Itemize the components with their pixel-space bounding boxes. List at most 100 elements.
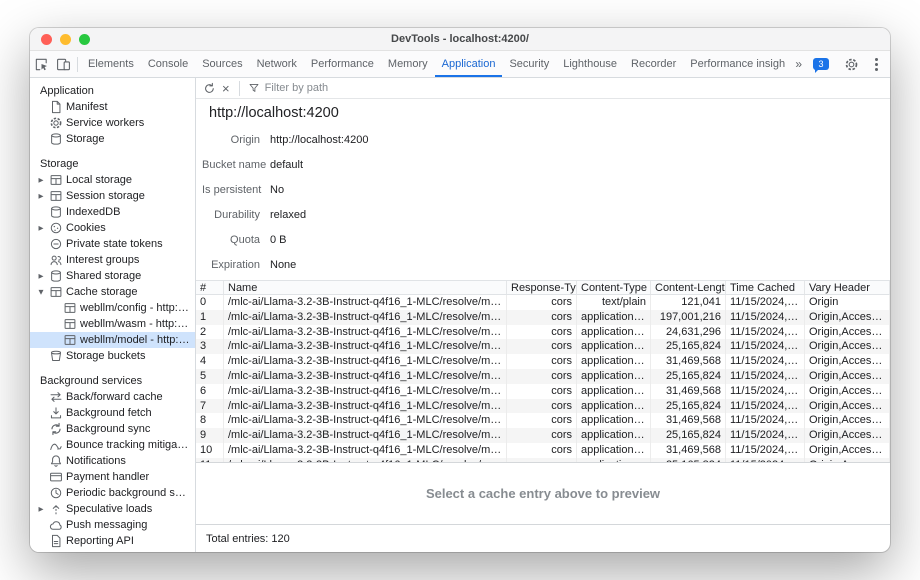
table-cell: 11/15/2024, 10… bbox=[726, 384, 805, 399]
expander-icon[interactable]: ▼ bbox=[36, 288, 46, 296]
bounce-icon bbox=[49, 438, 63, 452]
sidebar-section-title[interactable]: Storage bbox=[30, 156, 195, 172]
table-icon bbox=[49, 189, 63, 203]
kebab-menu-icon[interactable] bbox=[873, 56, 880, 73]
tab-label: Console bbox=[148, 58, 188, 70]
sidebar-item-session-storage[interactable]: ▶Session storage bbox=[30, 188, 195, 204]
expander-icon[interactable]: ▶ bbox=[36, 176, 46, 184]
table-row[interactable]: 3/mlc-ai/Llama-3.2-3B-Instruct-q4f16_1-M… bbox=[196, 339, 890, 354]
sidebar-item-webllm-model-http-loc[interactable]: webllm/model - http://loc… bbox=[30, 332, 195, 348]
tab-lighthouse[interactable]: Lighthouse bbox=[556, 51, 624, 77]
table-row[interactable]: 1/mlc-ai/Llama-3.2-3B-Instruct-q4f16_1-M… bbox=[196, 310, 890, 325]
table-cell: cors bbox=[507, 310, 577, 325]
sidebar-item-interest-groups[interactable]: Interest groups bbox=[30, 252, 195, 268]
table-row[interactable]: 2/mlc-ai/Llama-3.2-3B-Instruct-q4f16_1-M… bbox=[196, 325, 890, 340]
sidebar-item-label: Periodic background sync bbox=[66, 487, 195, 499]
tab-console[interactable]: Console bbox=[141, 51, 195, 77]
sidebar-item-storage-buckets[interactable]: Storage buckets bbox=[30, 348, 195, 364]
expander-icon[interactable]: ▶ bbox=[36, 505, 46, 513]
cloud-icon bbox=[49, 518, 63, 532]
sidebar-item-webllm-config-http-loc[interactable]: webllm/config - http://loc… bbox=[30, 300, 195, 316]
device-toolbar-icon[interactable] bbox=[52, 53, 74, 75]
table-cell: Origin,Access… bbox=[805, 443, 890, 458]
table-cell: 4 bbox=[196, 354, 224, 369]
sidebar-section-title[interactable]: Background services bbox=[30, 373, 195, 389]
sidebar-item-speculative-loads[interactable]: ▶Speculative loads bbox=[30, 501, 195, 517]
table-row[interactable]: 6/mlc-ai/Llama-3.2-3B-Instruct-q4f16_1-M… bbox=[196, 384, 890, 399]
sidebar-item-label: Interest groups bbox=[66, 254, 143, 266]
column-header-vary-header[interactable]: Vary Header bbox=[805, 281, 890, 294]
sidebar-item-back-forward-cache[interactable]: Back/forward cache bbox=[30, 389, 195, 405]
sidebar-item-storage[interactable]: Storage bbox=[30, 131, 195, 147]
table-cell: 25,165,824 bbox=[651, 369, 726, 384]
sidebar-item-background-sync[interactable]: Background sync bbox=[30, 421, 195, 437]
storage-icon bbox=[49, 132, 63, 146]
metadata-row: Originhttp://localhost:4200 bbox=[196, 127, 890, 152]
report-icon bbox=[49, 534, 63, 548]
sidebar-item-label: Cache storage bbox=[66, 286, 142, 298]
table-cell: Origin,Access… bbox=[805, 399, 890, 414]
sidebar-item-payment-handler[interactable]: Payment handler bbox=[30, 469, 195, 485]
metadata-value: default bbox=[270, 159, 303, 171]
tab-recorder[interactable]: Recorder bbox=[624, 51, 683, 77]
tab-label: Sources bbox=[202, 58, 242, 70]
sidebar-item-notifications[interactable]: Notifications bbox=[30, 453, 195, 469]
sidebar-item-reporting-api[interactable]: Reporting API bbox=[30, 533, 195, 549]
close-window-button[interactable] bbox=[41, 34, 52, 45]
column-header-content-type[interactable]: Content-Type bbox=[577, 281, 651, 294]
tab-performance-insights[interactable]: Performance insights bbox=[683, 51, 785, 77]
column-header-name[interactable]: Name bbox=[224, 281, 507, 294]
table-cell: 25,165,824 bbox=[651, 428, 726, 443]
tab-security[interactable]: Security bbox=[502, 51, 556, 77]
table-row[interactable]: 0/mlc-ai/Llama-3.2-3B-Instruct-q4f16_1-M… bbox=[196, 295, 890, 310]
sidebar-item-indexeddb[interactable]: IndexedDB bbox=[30, 204, 195, 220]
table-row[interactable]: 5/mlc-ai/Llama-3.2-3B-Instruct-q4f16_1-M… bbox=[196, 369, 890, 384]
tab-memory[interactable]: Memory bbox=[381, 51, 435, 77]
table-cell: Origin,Access… bbox=[805, 310, 890, 325]
filter-by-path-input[interactable] bbox=[265, 82, 485, 94]
issues-counter-icon[interactable]: 3 bbox=[813, 58, 829, 70]
more-tabs-icon[interactable]: » bbox=[795, 57, 802, 71]
settings-gear-icon[interactable] bbox=[840, 53, 862, 75]
tab-label: Application bbox=[442, 58, 496, 70]
sidebar-item-webllm-wasm-http-loca[interactable]: webllm/wasm - http://loca… bbox=[30, 316, 195, 332]
sidebar-item-push-messaging[interactable]: Push messaging bbox=[30, 517, 195, 533]
tab-network[interactable]: Network bbox=[250, 51, 304, 77]
sidebar-item-service-workers[interactable]: Service workers bbox=[30, 115, 195, 131]
expander-icon[interactable]: ▶ bbox=[36, 192, 46, 200]
sidebar-section-title[interactable]: Application bbox=[30, 83, 195, 99]
table-row[interactable]: 9/mlc-ai/Llama-3.2-3B-Instruct-q4f16_1-M… bbox=[196, 428, 890, 443]
sidebar-item-periodic-background-sync[interactable]: Periodic background sync bbox=[30, 485, 195, 501]
table-row[interactable]: 7/mlc-ai/Llama-3.2-3B-Instruct-q4f16_1-M… bbox=[196, 399, 890, 414]
preview-placeholder: Select a cache entry above to preview bbox=[426, 486, 660, 501]
column-header-[interactable]: # bbox=[196, 281, 224, 294]
delete-selected-icon[interactable]: × bbox=[221, 82, 231, 95]
table-row[interactable]: 4/mlc-ai/Llama-3.2-3B-Instruct-q4f16_1-M… bbox=[196, 354, 890, 369]
table-row[interactable]: 8/mlc-ai/Llama-3.2-3B-Instruct-q4f16_1-M… bbox=[196, 413, 890, 428]
inspect-element-icon[interactable] bbox=[30, 53, 52, 75]
sidebar-item-manifest[interactable]: Manifest bbox=[30, 99, 195, 115]
tab-application[interactable]: Application bbox=[435, 51, 503, 77]
sidebar-item-local-storage[interactable]: ▶Local storage bbox=[30, 172, 195, 188]
column-header-response-type[interactable]: Response-Type bbox=[507, 281, 577, 294]
sidebar-item-cookies[interactable]: ▶Cookies bbox=[30, 220, 195, 236]
table-cell: /mlc-ai/Llama-3.2-3B-Instruct-q4f16_1-ML… bbox=[224, 369, 507, 384]
table-cell: /mlc-ai/Llama-3.2-3B-Instruct-q4f16_1-ML… bbox=[224, 354, 507, 369]
minimize-window-button[interactable] bbox=[60, 34, 71, 45]
sidebar-item-cache-storage[interactable]: ▼ Cache storage bbox=[30, 284, 195, 300]
tab-sources[interactable]: Sources bbox=[195, 51, 249, 77]
expander-icon[interactable]: ▶ bbox=[36, 272, 46, 280]
table-cell: 11/15/2024, 10… bbox=[726, 310, 805, 325]
sidebar-item-bounce-tracking-mitigations[interactable]: Bounce tracking mitigations bbox=[30, 437, 195, 453]
zoom-window-button[interactable] bbox=[79, 34, 90, 45]
expander-icon[interactable]: ▶ bbox=[36, 224, 46, 232]
tab-elements[interactable]: Elements bbox=[81, 51, 141, 77]
column-header-time-cached[interactable]: Time Cached bbox=[726, 281, 805, 294]
column-header-content-length[interactable]: Content-Length bbox=[651, 281, 726, 294]
tab-performance[interactable]: Performance bbox=[304, 51, 381, 77]
refresh-icon[interactable] bbox=[203, 82, 216, 95]
sidebar-item-private-state-tokens[interactable]: Private state tokens bbox=[30, 236, 195, 252]
table-row[interactable]: 10/mlc-ai/Llama-3.2-3B-Instruct-q4f16_1-… bbox=[196, 443, 890, 458]
sidebar-item-background-fetch[interactable]: Background fetch bbox=[30, 405, 195, 421]
sidebar-item-shared-storage[interactable]: ▶Shared storage bbox=[30, 268, 195, 284]
